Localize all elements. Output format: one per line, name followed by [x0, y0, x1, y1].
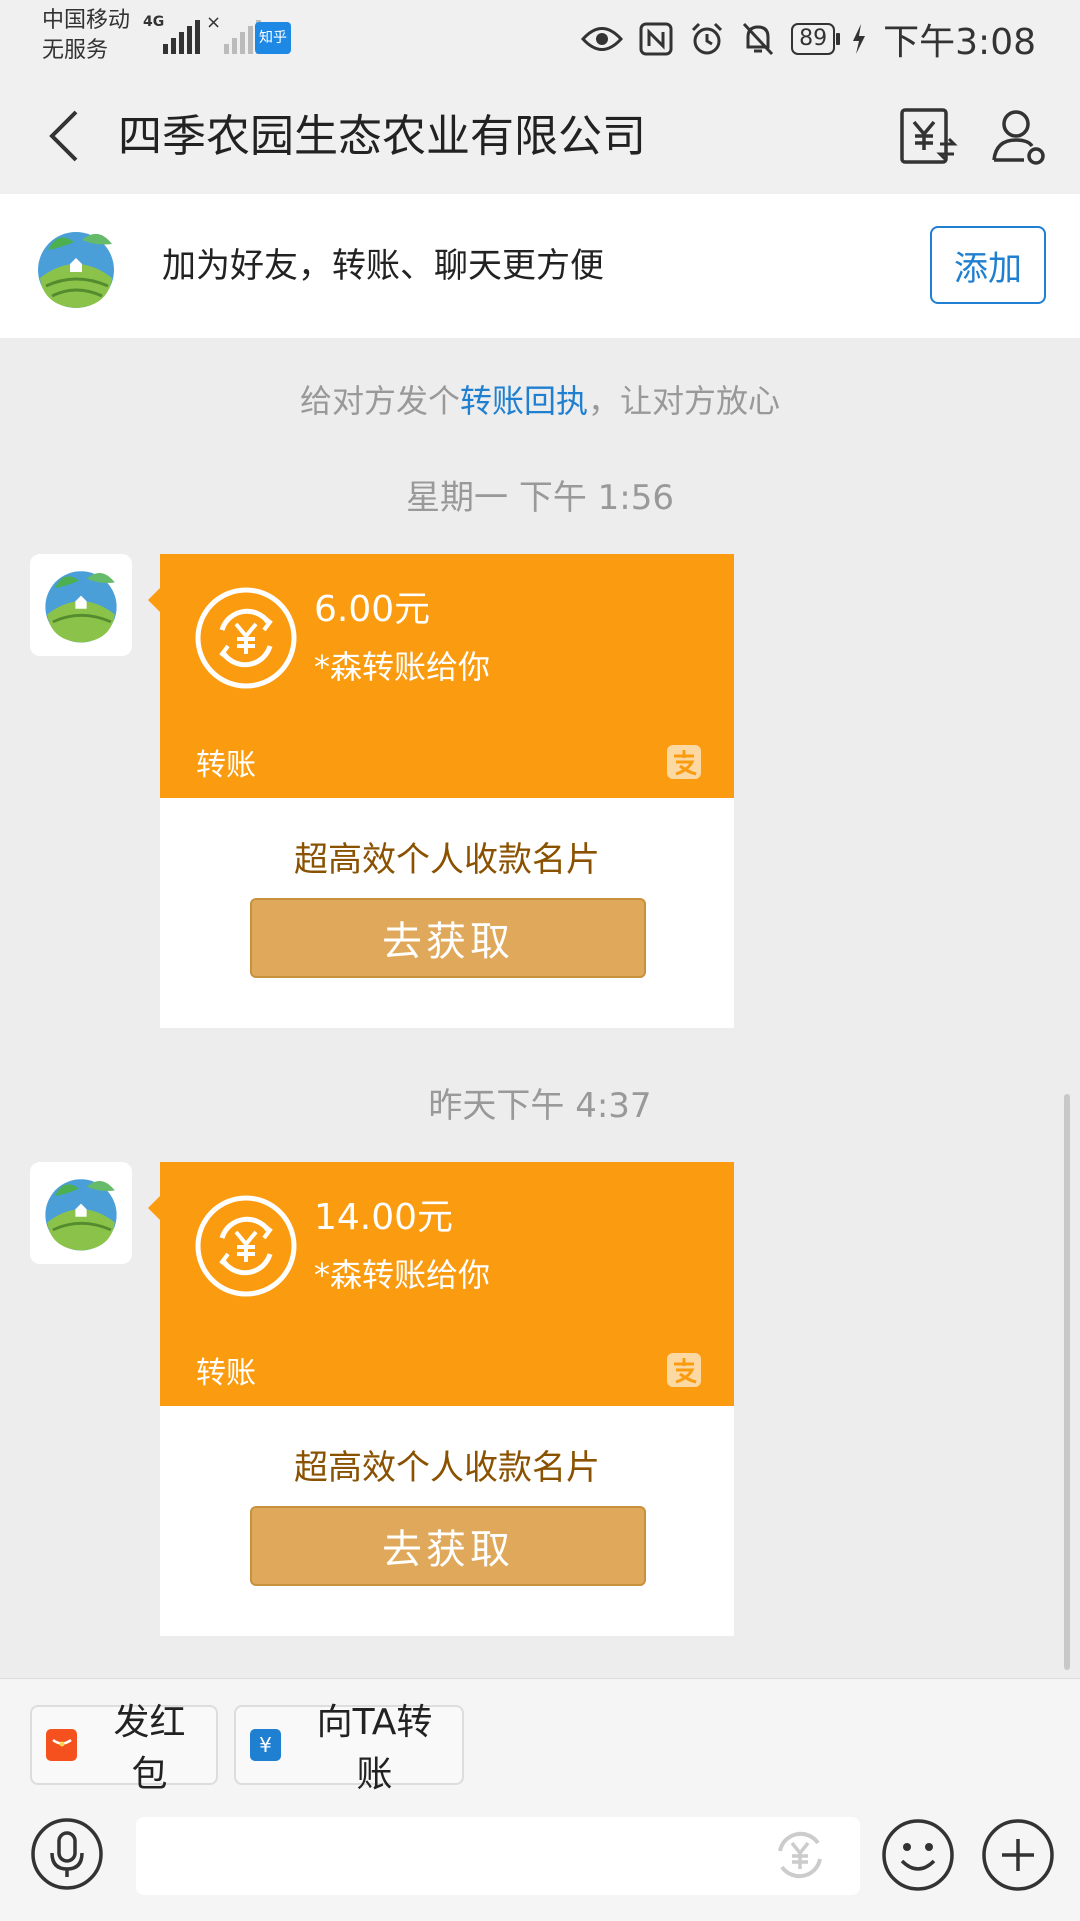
promo-text: 超高效个人收款名片: [294, 1448, 600, 1488]
transfer-to-them-button[interactable]: ¥ 向TA转账: [234, 1702, 464, 1795]
more-plus-icon[interactable]: [980, 1817, 1056, 1893]
transfer-coin-icon: [195, 1195, 297, 1297]
transfer-to-them-label: 向TA转账: [316, 1702, 433, 1795]
status-icons: 89 下午3:08: [581, 14, 1036, 64]
alipay-icon: [667, 1353, 701, 1387]
add-friend-button[interactable]: 添加: [930, 226, 1046, 304]
chat-header: 四季农园生态农业有限公司: [0, 78, 1080, 194]
emoji-icon[interactable]: [880, 1817, 956, 1893]
company-logo-icon: [45, 1179, 117, 1251]
transfer-label: 转账: [196, 748, 256, 783]
transfer-amount: 6.00元: [314, 589, 431, 630]
transfer-receipt-link[interactable]: 转账回执: [460, 382, 588, 420]
promo-text: 超高效个人收款名片: [294, 840, 600, 880]
input-bar: 发红包 ¥ 向TA转账: [0, 1678, 1080, 1921]
transfer-label: 转账: [196, 1356, 256, 1391]
company-logo-icon: [45, 571, 117, 643]
add-friend-hint: 加为好友，转账、聊天更方便: [162, 246, 604, 286]
promo-section: 超高效个人收款名片 去获取: [160, 1406, 734, 1636]
carrier-service: 无服务: [42, 38, 109, 63]
alarm-icon: [692, 22, 723, 55]
transfer-sender: *森转账给你: [314, 1256, 491, 1294]
nfc-icon: [639, 22, 673, 56]
transfer-card[interactable]: 14.00元 *森转账给你 转账 超高效个人收款名片 去获取: [148, 1162, 734, 1636]
add-friend-banner: 加为好友，转账、聊天更方便 添加: [0, 194, 1080, 338]
chat-scrollbar[interactable]: [1064, 1094, 1070, 1670]
message-timestamp: 星期一 下午 1:56: [406, 478, 674, 518]
transfer-card-header[interactable]: 6.00元 *森转账给你 转账: [148, 554, 734, 798]
status-time: 下午3:08: [883, 22, 1036, 63]
transfer-card-header[interactable]: 14.00元 *森转账给你 转账: [148, 1162, 734, 1406]
transfer-amount: 14.00元: [314, 1197, 454, 1238]
message-timestamp: 昨天下午 4:37: [428, 1086, 652, 1126]
page-title: 四季农园生态农业有限公司: [118, 111, 646, 162]
mute-icon: [743, 22, 774, 56]
transfer-receipt-icon[interactable]: [896, 104, 960, 168]
alipay-icon: [667, 745, 701, 779]
carrier-name: 中国移动: [42, 8, 131, 33]
promo-section: 超高效个人收款名片 去获取: [160, 798, 734, 1028]
message-input[interactable]: [136, 1817, 860, 1895]
charging-icon: [853, 24, 866, 54]
transfer-card[interactable]: 6.00元 *森转账给你 转账 超高效个人收款名片 去获取: [148, 554, 734, 1028]
sender-avatar[interactable]: [30, 1162, 132, 1264]
red-packet-icon: [46, 1729, 78, 1761]
transfer-coin-icon: [195, 587, 297, 689]
back-arrow-icon[interactable]: [40, 106, 92, 166]
zhihu-notification-icon: 知乎: [255, 22, 291, 54]
transfer-yen-icon: ¥: [250, 1729, 281, 1761]
carrier-info: 中国移动 无服务: [42, 6, 130, 66]
get-card-button[interactable]: 去获取: [250, 1506, 646, 1586]
red-packet-label: 发红包: [113, 1702, 186, 1795]
eye-icon: [581, 27, 624, 51]
profile-icon[interactable]: [988, 104, 1052, 168]
company-logo-avatar[interactable]: [28, 220, 124, 316]
battery-icon: 89: [791, 23, 841, 55]
status-bar: 中国移动 无服务 4G × 知乎 89 下午3:08: [0, 0, 1080, 78]
transfer-shortcut-icon[interactable]: [770, 1825, 830, 1885]
microphone-icon[interactable]: [30, 1817, 104, 1891]
receipt-tip: 给对方发个转账回执，让对方放心: [299, 382, 781, 420]
red-packet-button[interactable]: 发红包: [30, 1702, 218, 1795]
transfer-sender: *森转账给你: [314, 648, 491, 686]
sender-avatar[interactable]: [30, 554, 132, 656]
get-card-button[interactable]: 去获取: [250, 898, 646, 978]
